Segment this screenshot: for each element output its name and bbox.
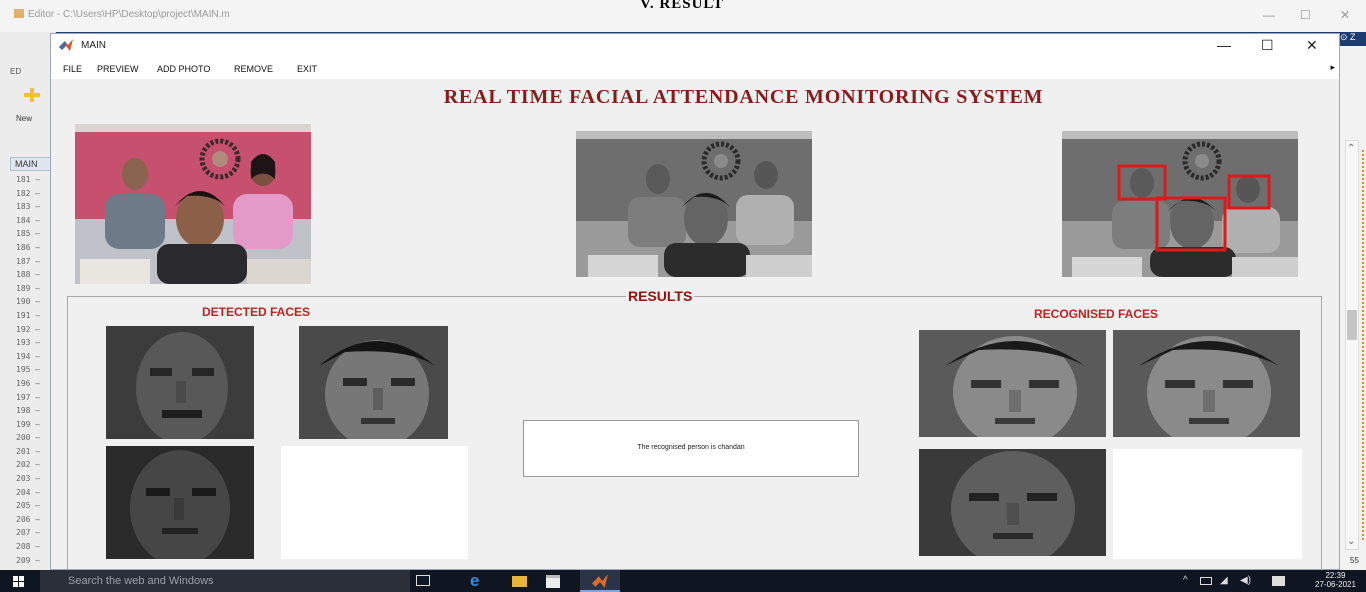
editor-line-number: 190 – <box>16 297 41 307</box>
editor-line-number: 184 – <box>16 215 41 225</box>
volume-icon[interactable]: ◀) <box>1240 575 1251 586</box>
editor-line-number: 189 – <box>16 283 41 293</box>
editor-close-button[interactable]: ✕ <box>1340 8 1350 22</box>
matlab-taskbar-button[interactable] <box>580 570 620 592</box>
editor-line-number: 193 – <box>16 338 41 348</box>
matlab-taskbar-icon <box>592 574 608 588</box>
editor-line-number: 209 – <box>16 555 41 565</box>
new-file-icon[interactable] <box>24 88 40 102</box>
editor-line-number: 192 – <box>16 324 41 334</box>
editor-line-number: 207 – <box>16 528 41 538</box>
menu-overflow-icon[interactable]: ▸ <box>1330 62 1335 73</box>
editor-app-icon <box>14 9 24 18</box>
menu-file[interactable]: FILE <box>63 64 82 74</box>
detected-face-empty-slot <box>281 446 468 559</box>
editor-line-number: 201 – <box>16 446 41 456</box>
editor-right-tab[interactable]: ⊙ Z <box>1336 32 1366 46</box>
editor-status-label: 55 <box>1350 556 1359 565</box>
detected-face-3 <box>106 446 254 559</box>
task-view-icon[interactable] <box>416 575 430 586</box>
scroll-down-icon[interactable]: ⌄ <box>1347 536 1355 547</box>
menu-exit[interactable]: EXIT <box>297 64 317 74</box>
recognised-face-empty-slot <box>1113 449 1302 559</box>
close-button[interactable]: ✕ <box>1306 37 1318 54</box>
editor-line-number: 205 – <box>16 501 41 511</box>
editor-line-number: 200 – <box>16 433 41 443</box>
editor-scrollbar-thumb[interactable] <box>1347 310 1357 340</box>
app-title: REAL TIME FACIAL ATTENDANCE MONITORING S… <box>443 86 1044 108</box>
taskbar-time: 22:39 <box>1325 571 1346 580</box>
battery-icon[interactable] <box>1200 577 1212 585</box>
editor-line-number: 208 – <box>16 542 41 552</box>
network-icon[interactable]: ◢ <box>1220 575 1228 586</box>
editor-line-number: 191 – <box>16 310 41 320</box>
menu-add-photo[interactable]: ADD PHOTO <box>157 64 210 74</box>
windows-start-icon[interactable] <box>13 576 24 587</box>
main-figure-window: MAIN — ☐ ✕ FILE PREVIEW ADD PHOTO REMOVE… <box>50 33 1340 570</box>
editor-line-number: 198 – <box>16 406 41 416</box>
editor-marker-bar <box>1362 150 1364 540</box>
taskbar-search-placeholder[interactable]: Search the web and Windows <box>68 575 214 587</box>
editor-line-number: 199 – <box>16 419 41 429</box>
file-explorer-icon[interactable] <box>512 576 527 587</box>
editor-line-numbers: 181 – 182 – 183 – 184 – 185 – 186 – 187 – 188 –… <box>16 173 40 581</box>
editor-line-number: 185 – <box>16 229 41 239</box>
store-icon[interactable] <box>546 575 560 588</box>
edge-browser-icon[interactable]: e <box>470 571 479 591</box>
minimize-button[interactable]: — <box>1217 37 1231 53</box>
editor-line-number: 196 – <box>16 378 41 388</box>
original-photo <box>75 124 311 284</box>
menu-bar: FILE PREVIEW ADD PHOTO REMOVE EXIT ▸ <box>51 59 1339 79</box>
recognised-face-2 <box>1113 330 1300 437</box>
matlab-logo-icon <box>59 39 73 51</box>
recognition-result-box: The recognised person is chandan <box>523 420 859 477</box>
detection-photo <box>1062 131 1298 277</box>
tray-chevron-up-icon[interactable]: ^ <box>1183 575 1188 586</box>
new-file-label[interactable]: New <box>16 114 32 124</box>
editor-minimize-button[interactable]: — <box>1263 8 1275 22</box>
results-title: RESULTS <box>626 288 695 304</box>
main-window-title: MAIN <box>81 40 106 51</box>
editor-line-number: 203 – <box>16 474 41 484</box>
editor-title-text: Editor - C:\Users\HP\Desktop\project\MAI… <box>28 9 230 20</box>
grayscale-photo <box>576 131 812 277</box>
menu-remove[interactable]: REMOVE <box>234 64 273 74</box>
taskbar: Search the web and Windows e ^ ◢ ◀) 22:3… <box>0 570 1366 592</box>
editor-line-number: 195 – <box>16 365 41 375</box>
paper-heading: V. RESULT <box>640 0 725 12</box>
editor-line-number: 204 – <box>16 487 41 497</box>
taskbar-date: 27-06-2021 <box>1315 580 1356 589</box>
detected-face-2 <box>299 326 448 439</box>
editor-maximize-button[interactable]: ☐ <box>1300 8 1311 22</box>
maximize-button[interactable]: ☐ <box>1261 37 1274 54</box>
editor-titlebar: Editor - C:\Users\HP\Desktop\project\MAI… <box>0 0 1366 32</box>
recognised-face-3 <box>919 449 1106 556</box>
editor-line-number: 206 – <box>16 514 41 524</box>
editor-line-number: 181 – <box>16 175 41 184</box>
editor-left-pane: ED New MAIN 181 –182 –183 –184 –185 –186… <box>0 32 56 578</box>
editor-line-number: 187 – <box>16 256 41 266</box>
editor-line-number: 197 – <box>16 392 41 402</box>
recognised-faces-label: RECOGNISED FACES <box>1034 307 1159 321</box>
detected-faces-label: DETECTED FACES <box>202 305 311 319</box>
detected-face-1 <box>106 326 254 439</box>
menu-preview[interactable]: PREVIEW <box>97 64 139 74</box>
recognition-result-text: The recognised person is chandan <box>637 444 745 451</box>
editor-ribbon-tab[interactable]: ED <box>10 67 21 76</box>
editor-line-number: 186 – <box>16 242 41 252</box>
taskbar-clock[interactable]: 22:39 27-06-2021 <box>1315 571 1356 589</box>
editor-line-number: 183 – <box>16 202 41 212</box>
editor-title: Editor - C:\Users\HP\Desktop\project\MAI… <box>14 9 230 20</box>
editor-line-number: 188 – <box>16 270 41 280</box>
action-center-icon[interactable] <box>1272 576 1285 586</box>
editor-line-number: 182 – <box>16 188 41 198</box>
scroll-up-icon[interactable]: ⌃ <box>1347 143 1355 154</box>
editor-line-number: 194 – <box>16 351 41 361</box>
recognised-face-1 <box>919 330 1106 437</box>
editor-scrollbar[interactable] <box>1345 140 1359 550</box>
editor-line-number: 202 – <box>16 460 41 470</box>
main-window-titlebar: MAIN — ☐ ✕ <box>51 34 1339 59</box>
